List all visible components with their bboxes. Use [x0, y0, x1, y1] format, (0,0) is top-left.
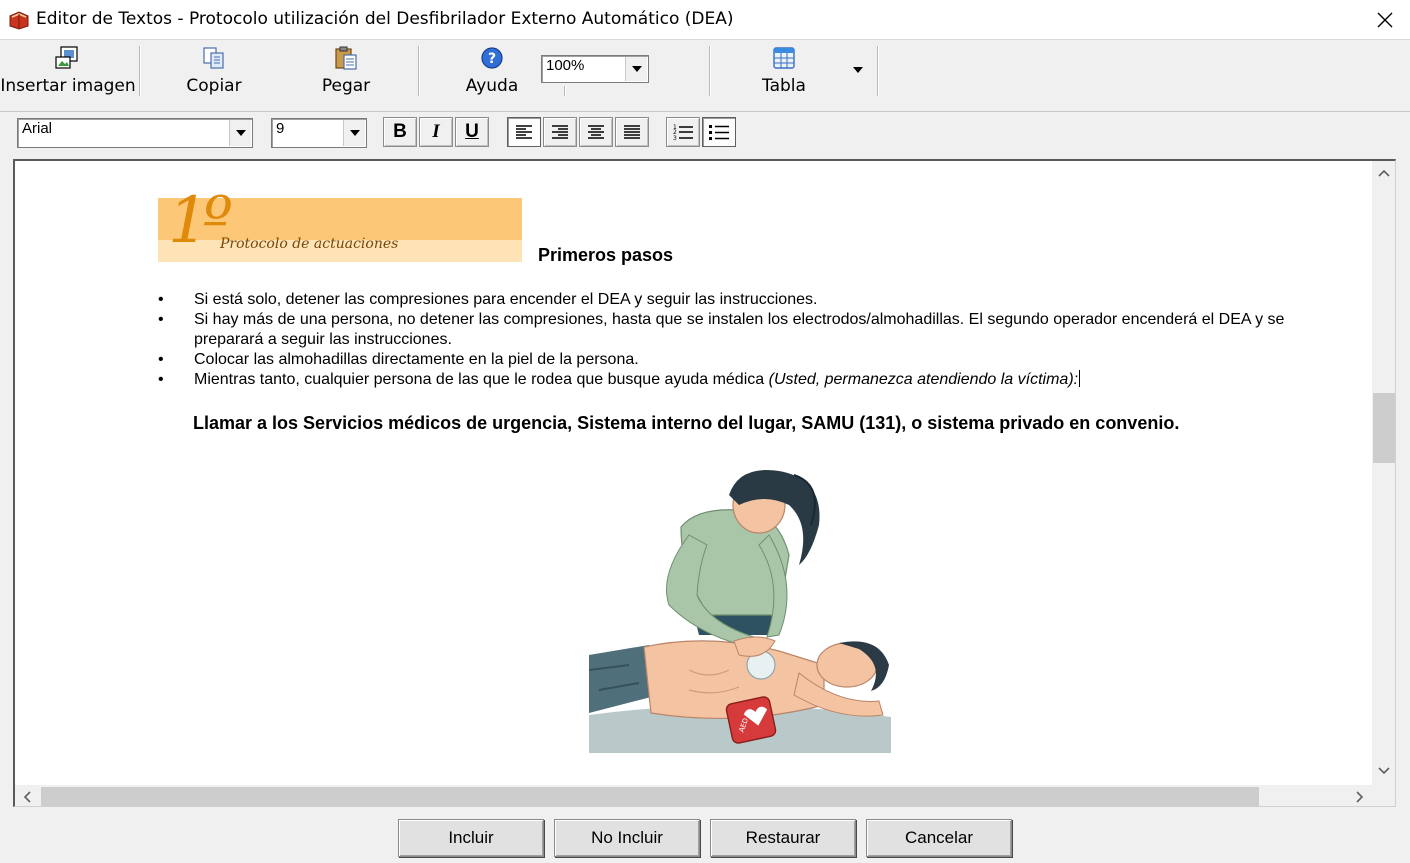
banner-number: 1º	[168, 184, 233, 258]
list-item: Mientras tanto, cualquier persona de las…	[158, 370, 1338, 390]
zoom-value: 100%	[546, 57, 585, 74]
toolbar-separator	[709, 46, 710, 96]
underline-label: U	[465, 121, 479, 142]
include-button[interactable]: Incluir	[398, 819, 544, 857]
scroll-right-button[interactable]	[1348, 785, 1372, 806]
instructions-list: Si está solo, detener las compresiones p…	[158, 290, 1338, 390]
format-toolbar: Arial 9 B I U 1 2 3	[0, 112, 1410, 156]
copy-icon	[203, 47, 224, 69]
list-item-text: Mientras tanto, cualquier persona de las…	[194, 371, 769, 388]
align-right-icon	[552, 125, 568, 139]
book-app-icon	[9, 11, 29, 30]
help-button[interactable]: ? Ayuda	[458, 46, 526, 102]
numbered-list-icon: 1 2 3	[673, 124, 693, 141]
text-cursor	[1079, 370, 1081, 387]
protocol-banner: 1º Protocolo de actuaciones	[158, 184, 522, 262]
scroll-down-button[interactable]	[1372, 759, 1395, 783]
align-left-icon	[516, 125, 532, 139]
copy-label: Copiar	[186, 76, 242, 96]
font-family-select[interactable]: Arial	[17, 118, 253, 148]
include-label: Incluir	[448, 828, 494, 847]
paste-label: Pegar	[321, 76, 371, 96]
list-item: Colocar las almohadillas directamente en…	[158, 350, 1338, 370]
title-bar: Editor de Textos - Protocolo utilización…	[0, 0, 1410, 40]
align-right-button[interactable]	[543, 117, 577, 147]
toolbar-separator	[139, 46, 140, 96]
document-content[interactable]: 1º Protocolo de actuaciones Primeros pas…	[15, 161, 1371, 785]
bold-label: B	[393, 121, 407, 142]
insert-image-label: Insertar imagen	[0, 76, 136, 96]
horizontal-scroll-thumb[interactable]	[41, 787, 1259, 806]
bullet-list-button[interactable]	[702, 117, 736, 147]
main-toolbar: Insertar imagen Copiar Pegar ? Ayuda 100…	[0, 40, 1410, 112]
underline-button[interactable]: U	[455, 117, 489, 147]
cpr-aed-illustration: AED	[589, 470, 891, 753]
svg-text:?: ?	[488, 51, 496, 67]
close-icon	[1377, 12, 1393, 28]
toolbar-separator	[564, 86, 565, 96]
close-button[interactable]	[1362, 0, 1408, 40]
list-item-italic: (Usted, permanezca atendiendo la víctima…	[768, 371, 1079, 388]
chevron-up-icon	[1378, 169, 1390, 177]
font-size-select[interactable]: 9	[271, 118, 367, 148]
insert-image-button[interactable]: Insertar imagen	[0, 46, 136, 102]
section-heading: Primeros pasos	[538, 245, 674, 265]
scrollbar-corner	[1372, 785, 1395, 806]
italic-label: I	[432, 121, 440, 142]
table-button[interactable]: Tabla	[752, 46, 816, 102]
toolbar-separator	[877, 46, 878, 96]
zoom-select[interactable]: 100%	[541, 55, 649, 83]
not-include-button[interactable]: No Incluir	[554, 819, 700, 857]
restore-button[interactable]: Restaurar	[710, 819, 856, 857]
bold-button[interactable]: B	[383, 117, 417, 147]
horizontal-scrollbar[interactable]	[15, 785, 1372, 806]
chevron-down-icon	[631, 66, 642, 72]
chevron-right-icon	[1356, 791, 1364, 803]
table-label: Tabla	[762, 76, 806, 96]
help-label: Ayuda	[465, 76, 519, 96]
italic-button[interactable]: I	[419, 117, 453, 147]
not-include-label: No Incluir	[591, 828, 663, 847]
cancel-label: Cancelar	[904, 828, 974, 847]
vertical-scroll-thumb[interactable]	[1373, 393, 1395, 463]
numbered-list-button[interactable]: 1 2 3	[666, 117, 700, 147]
emergency-call-heading: Llamar a los Servicios médicos de urgenc…	[193, 413, 1180, 433]
bullet-list-icon	[709, 125, 729, 140]
vertical-scrollbar[interactable]	[1372, 161, 1395, 785]
toolbar-separator	[418, 46, 419, 96]
text-editor[interactable]: 1º Protocolo de actuaciones Primeros pas…	[13, 159, 1396, 807]
scroll-up-button[interactable]	[1372, 161, 1395, 185]
chevron-down-icon	[1378, 767, 1390, 775]
align-center-button[interactable]	[579, 117, 613, 147]
help-icon: ?	[481, 47, 503, 69]
restore-label: Restaurar	[745, 828, 821, 847]
font-family-value: Arial	[22, 120, 53, 137]
table-dropdown-button[interactable]	[848, 62, 868, 78]
paste-button[interactable]: Pegar	[312, 46, 380, 102]
insert-image-icon	[55, 46, 78, 69]
table-icon	[773, 47, 795, 69]
align-justify-button[interactable]	[615, 117, 649, 147]
font-size-dropdown-button[interactable]	[343, 120, 365, 146]
banner-subtitle: Protocolo de actuaciones	[220, 236, 399, 252]
chevron-down-icon	[853, 67, 863, 73]
chevron-down-icon	[235, 130, 246, 136]
font-size-value: 9	[276, 120, 285, 137]
window-title: Editor de Textos - Protocolo utilización…	[36, 9, 734, 29]
list-item: Si hay más de una persona, no detener la…	[158, 310, 1338, 350]
cancel-button[interactable]: Cancelar	[866, 819, 1012, 857]
chevron-left-icon	[23, 791, 31, 803]
copy-button[interactable]: Copiar	[178, 46, 250, 102]
align-justify-icon	[624, 125, 640, 139]
align-center-icon	[588, 125, 604, 139]
font-family-dropdown-button[interactable]	[229, 120, 251, 146]
zoom-dropdown-button[interactable]	[625, 57, 647, 81]
list-item: Si está solo, detener las compresiones p…	[158, 290, 1338, 310]
scroll-left-button[interactable]	[15, 785, 39, 806]
paste-icon	[335, 46, 357, 70]
align-left-button[interactable]	[507, 117, 541, 147]
svg-text:3: 3	[673, 135, 677, 141]
chevron-down-icon	[349, 130, 360, 136]
